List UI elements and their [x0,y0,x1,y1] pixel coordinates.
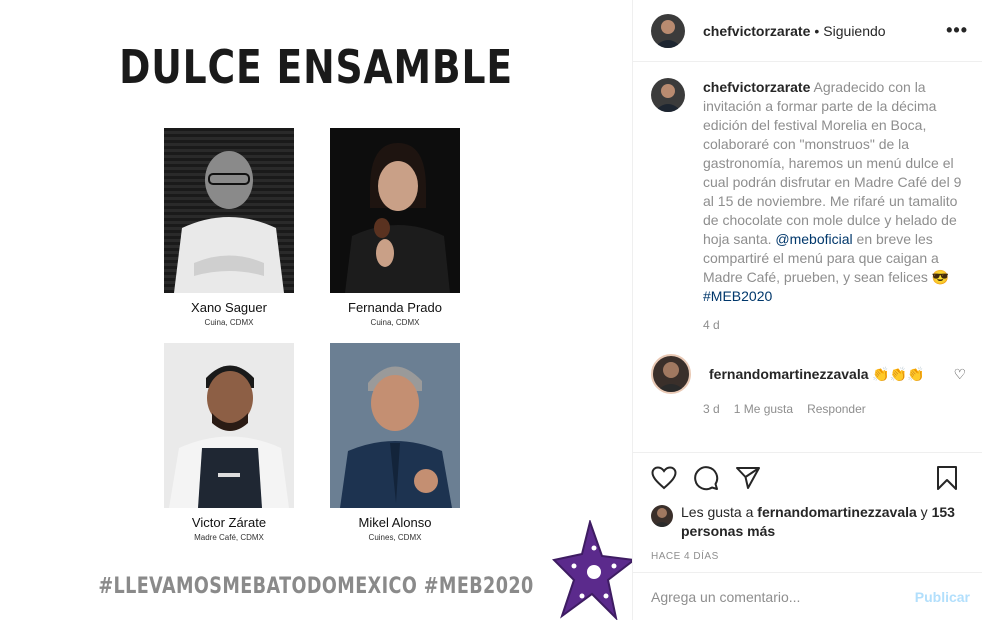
actions-bar: Les gusta a fernandomartinezzavala y 153… [633,452,982,562]
avatar[interactable] [651,13,685,48]
post-header: chefvictorzarate • Siguiendo ••• [633,0,982,62]
likes-summary[interactable]: Les gusta a fernandomartinezzavala y 153… [651,503,964,541]
comment-likes[interactable]: 1 Me gusta [734,402,793,416]
avatar [651,505,673,527]
caption-body: Agradecido con la invitación a formar pa… [703,79,962,247]
likes-text: Les gusta a fernandomartinezzavala y 153… [681,503,964,541]
likes-prefix: Les gusta a [681,504,754,520]
post-panel: chefvictorzarate • Siguiendo ••• chefvic… [632,0,982,620]
mention-link[interactable]: @meboficial [775,231,852,247]
comments-list[interactable]: chefvictorzarate Agradecido con la invit… [651,78,972,416]
chef-name: Victor Zárate [191,515,267,530]
action-icons [651,465,964,491]
likes-conj: y [920,504,928,520]
avatar[interactable] [651,78,685,112]
chef-photo [164,128,294,293]
chef-name: Fernanda Prado [348,300,442,315]
post-date: HACE 4 DÍAS [651,551,719,562]
comment-username[interactable]: fernandomartinezzavala [709,366,869,382]
reply-button[interactable]: Responder [807,402,866,416]
comment-emojis: 👏👏👏 [872,365,925,382]
starfish-logo [552,520,632,620]
heart-icon[interactable] [651,466,677,490]
follow-status-button[interactable]: Siguiendo [823,23,885,39]
chef-photo [330,343,460,508]
header-username[interactable]: chefvictorzarate [703,23,810,39]
poster-hashtags: #LLEVAMOSMEBATODOMEXICO #MEB2020 [98,574,534,599]
comment-meta: 3 d 1 Me gusta Responder [703,402,972,416]
comment-item: fernandomartinezzavala 👏👏👏 ♡ [651,354,972,394]
chef-card: Fernanda Prado Cuina, CDMX [330,128,460,327]
avatar[interactable] [651,354,691,394]
chef-location: Madre Café, CDMX [194,533,264,542]
share-icon[interactable] [735,466,761,490]
chef-location: Cuina, CDMX [204,318,254,327]
chef-name: Mikel Alonso [358,515,432,530]
poster-title: DULCE ENSAMBLE [119,40,513,94]
chef-location: Cuina, CDMX [370,318,420,327]
more-icon[interactable]: ••• [946,20,968,41]
chef-photo [330,128,460,293]
comment-age: 3 d [703,402,720,416]
comment-icon[interactable] [693,465,719,491]
small-heart-icon[interactable]: ♡ [953,366,966,383]
caption-username[interactable]: chefvictorzarate [703,79,810,95]
caption: chefvictorzarate Agradecido con la invit… [651,78,972,306]
post-image[interactable]: DULCE ENSAMBLE Xano Saguer Cuina, CDMX F… [0,0,632,620]
add-comment-bar: Publicar [633,572,982,620]
chef-card: Victor Zárate Madre Café, CDMX [164,343,294,542]
chef-name: Xano Saguer [191,300,267,315]
bookmark-icon[interactable] [936,465,958,491]
chef-photo [164,343,294,508]
comment-input[interactable] [651,588,915,605]
likes-user[interactable]: fernandomartinezzavala [757,504,917,520]
chef-location: Cuines, CDMX [368,533,422,542]
caption-age: 4 d [703,318,720,332]
publish-button[interactable]: Publicar [915,589,970,605]
caption-text: chefvictorzarate Agradecido con la invit… [703,78,965,306]
chef-card: Mikel Alonso Cuines, CDMX [330,343,460,542]
chef-card: Xano Saguer Cuina, CDMX [164,128,294,327]
header-separator: • [814,22,820,39]
comment-text: fernandomartinezzavala 👏👏👏 [709,366,925,383]
hashtag-link[interactable]: #MEB2020 [703,288,772,304]
